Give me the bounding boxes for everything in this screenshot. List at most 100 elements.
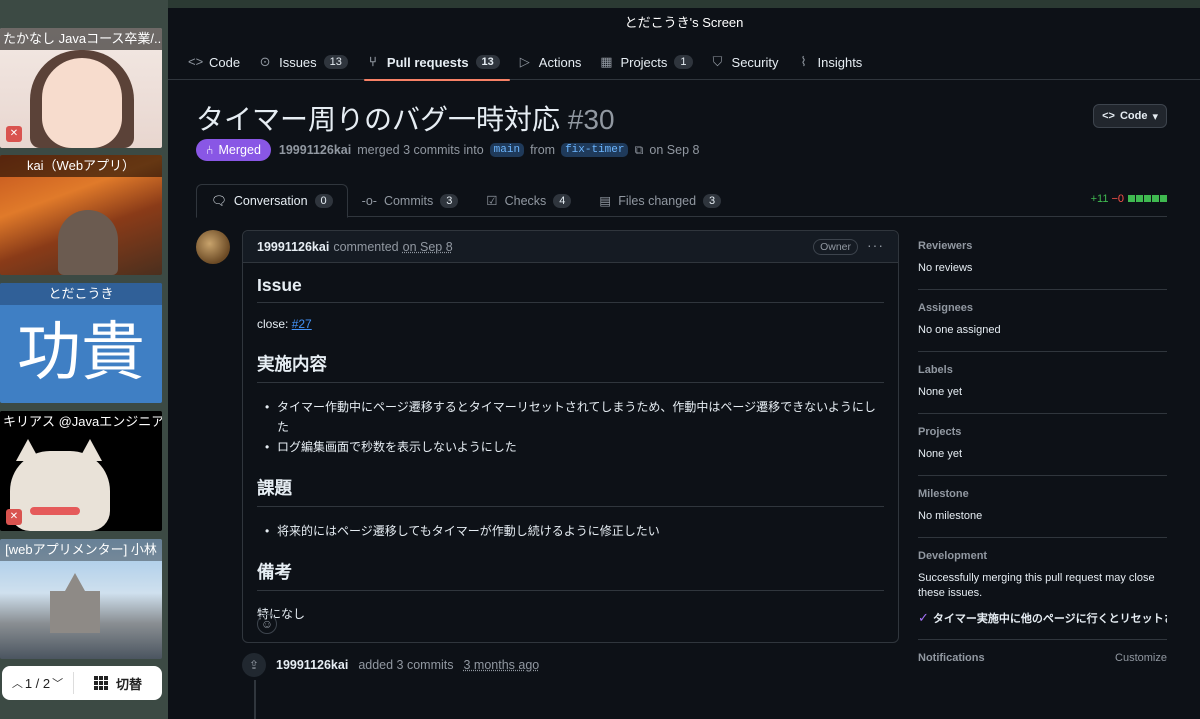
commit-icon: -o- (361, 193, 377, 208)
owner-badge: Owner (813, 239, 858, 255)
kebab-menu-icon[interactable]: ··· (867, 237, 884, 253)
nav-label: Actions (538, 54, 582, 70)
linked-issue[interactable]: ✓ タイマー実施中に他のページに行くとリセットさ... (918, 610, 1167, 626)
participant-tile[interactable]: たかなし Javaコース卒業/... ✕ (0, 28, 162, 148)
heading-notes: 備考 (257, 559, 884, 591)
shield-icon: ⛉ (712, 54, 723, 69)
participant-name: とだこうき (0, 283, 162, 305)
code-icon: <> (188, 54, 204, 69)
participant-avatar-text: 功貴 (17, 316, 145, 390)
pr-date: on Sep 8 (649, 143, 700, 157)
code-button-label: Code (1119, 110, 1148, 122)
close-label: close: (257, 317, 289, 331)
participant-pager: ︿ 1 / 2 ﹀ 切替 (2, 666, 162, 700)
tab-count: 0 (314, 194, 333, 208)
sidebar-heading[interactable]: Projects (918, 426, 1167, 438)
sidebar-value: No reviews (918, 262, 973, 274)
pr-title-text: タイマー周りのバグ一時対応 (196, 104, 561, 135)
chevron-down-icon[interactable]: ﹀ (52, 675, 63, 691)
state-label: Merged (218, 143, 261, 157)
issue-link[interactable]: #27 (292, 317, 312, 331)
timeline-event: ⇪ 19991126kai added 3 commits 3 months a… (242, 653, 539, 677)
head-branch[interactable]: fix-timer (561, 143, 629, 157)
nav-actions[interactable]: ▷ Actions (516, 44, 592, 80)
screen-title: とだこうき's Screen (624, 15, 744, 30)
avatar[interactable] (196, 230, 230, 264)
sidebar-heading[interactable]: Reviewers (918, 240, 1167, 252)
participant-name: キリアス @Javaエンジニア (0, 411, 162, 433)
tab-conversation[interactable]: 🗨︎ Conversation 0 (196, 184, 348, 218)
tab-commits[interactable]: -o- Commits 3 (348, 184, 473, 217)
castle-image (50, 573, 100, 633)
graph-icon: ⌇ (800, 54, 807, 69)
participants-panel: たかなし Javaコース卒業/... ✕ kai（Webアプリ） とだこうき 功… (0, 0, 168, 719)
sidebar-heading[interactable]: Development (918, 550, 1167, 562)
sidebar-value: Successfully merging this pull request m… (918, 572, 1155, 599)
sidebar-development[interactable]: Development Successfully merging this pu… (918, 550, 1167, 640)
sidebar-assignees[interactable]: Assignees No one assigned (918, 302, 1167, 352)
event-text: added 3 commits (358, 658, 454, 672)
sidebar-projects[interactable]: Projects None yet (918, 426, 1167, 476)
nav-insights[interactable]: ⌇ Insights (795, 44, 873, 80)
mic-off-icon: ✕ (6, 509, 22, 525)
sidebar-value: No milestone (918, 510, 983, 522)
comment-date[interactable]: on Sep 8 (403, 240, 453, 254)
nav-label: Pull requests (386, 54, 469, 70)
chevron-up-icon[interactable]: ︿ (12, 675, 23, 691)
nav-projects[interactable]: ▦ Projects 1 (597, 44, 702, 80)
code-dropdown-button[interactable]: <> Code ▾ (1093, 104, 1167, 128)
notes-text: 特になし (257, 607, 306, 621)
task-list: 将来的にはページ遷移してもタイマーが作動し続けるように修正したい (257, 521, 884, 541)
nav-pull-requests[interactable]: ⑂ Pull requests 13 (363, 44, 510, 81)
participant-tile[interactable]: とだこうき 功貴 (0, 283, 162, 403)
code-icon: <> (1102, 110, 1115, 122)
sidebar-labels[interactable]: Labels None yet (918, 364, 1167, 414)
participant-name: たかなし Javaコース卒業/... (0, 28, 162, 50)
participant-video (58, 210, 118, 275)
nav-count: 1 (674, 55, 693, 69)
heading-issue: Issue (257, 275, 884, 303)
event-time[interactable]: 3 months ago (464, 658, 540, 672)
pr-title: タイマー周りのバグ一時対応 #30 (196, 98, 615, 138)
event-author[interactable]: 19991126kai (276, 658, 348, 672)
heading-implementation: 実施内容 (257, 351, 884, 383)
file-diff-icon: ▤ (599, 194, 612, 208)
nav-issues[interactable]: ⊙ Issues 13 (256, 44, 358, 80)
customize-link[interactable]: Customize (1115, 652, 1167, 664)
nav-label: Insights (817, 54, 863, 70)
participant-name: [webアプリメンター] 小林 (0, 539, 162, 561)
pr-author[interactable]: 19991126kai (279, 143, 351, 157)
smiley-icon[interactable]: ☺ (257, 614, 277, 634)
tab-files-changed[interactable]: ▤ Files changed 3 (585, 184, 735, 217)
play-icon: ▷ (519, 54, 530, 69)
sidebar-reviewers[interactable]: Reviewers No reviews (918, 240, 1167, 290)
participant-tile[interactable]: キリアス @Javaエンジニア ✕ (0, 411, 162, 531)
sidebar-milestone[interactable]: Milestone No milestone (918, 488, 1167, 538)
sidebar-heading[interactable]: Assignees (918, 302, 1167, 314)
nav-label: Security (731, 54, 779, 70)
shared-screen: とだこうき's Screen <> Code ⊙ Issues 13 ⑂ Pul… (168, 8, 1200, 719)
participant-tile[interactable]: kai（Webアプリ） (0, 155, 162, 275)
base-branch[interactable]: main (489, 143, 525, 157)
nav-code[interactable]: <> Code (186, 44, 250, 80)
tab-checks[interactable]: ☑ Checks 4 (472, 184, 585, 217)
tab-count: 3 (440, 193, 459, 208)
participant-tile[interactable]: [webアプリメンター] 小林 (0, 539, 162, 659)
sidebar-heading[interactable]: Labels (918, 364, 1167, 376)
additions: +11 (1090, 193, 1109, 205)
tab-label: Checks (504, 193, 547, 208)
list-item: 将来的にはページ遷移してもタイマーが作動し続けるように修正したい (257, 521, 884, 541)
heading-tasks: 課題 (257, 475, 884, 507)
copy-icon[interactable]: ⧉ (634, 143, 643, 158)
nav-security[interactable]: ⛉ Security (709, 44, 789, 80)
list-item: ログ編集画面で秒数を表示しないようにした (257, 437, 884, 457)
tab-label: Conversation (233, 194, 308, 208)
pr-description-comment: 19991126kai commented on Sep 8 Owner ···… (242, 230, 899, 643)
tab-count: 3 (703, 193, 722, 208)
caret-down-icon: ▾ (1152, 110, 1158, 123)
switch-view-button[interactable]: 切替 (74, 674, 162, 693)
deletions: −0 (1111, 193, 1124, 205)
sidebar-heading[interactable]: Milestone (918, 488, 1167, 500)
pull-request-icon: ⑂ (369, 54, 377, 69)
comment-author[interactable]: 19991126kai (257, 240, 329, 254)
